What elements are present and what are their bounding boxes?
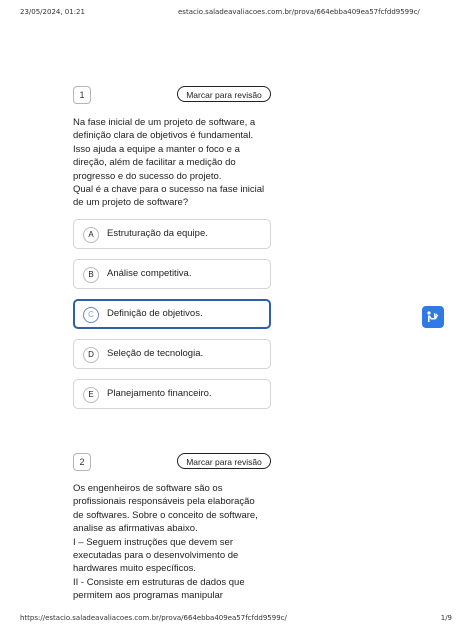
option-letter: C: [83, 307, 99, 323]
accessibility-button[interactable]: [422, 306, 444, 328]
option-letter: A: [83, 227, 99, 243]
option-letter: D: [83, 347, 99, 363]
option-d[interactable]: D Seleção de tecnologia.: [73, 339, 271, 369]
print-header-url: estacio.saladeavaliacoes.com.br/prova/66…: [178, 8, 420, 16]
page-number: 1/9: [440, 614, 452, 622]
option-a[interactable]: A Estruturação da equipe.: [73, 219, 271, 249]
option-letter: B: [83, 267, 99, 283]
option-text: Estruturação da equipe.: [107, 228, 208, 239]
option-c-selected[interactable]: C Definição de objetivos.: [73, 299, 271, 329]
mark-for-review-button[interactable]: Marcar para revisão: [177, 453, 271, 469]
option-text: Planejamento financeiro.: [107, 388, 212, 399]
question-number: 1: [73, 86, 91, 104]
question-header: 1 Marcar para revisão: [73, 86, 271, 104]
option-letter: E: [83, 387, 99, 403]
option-b[interactable]: B Análise competitiva.: [73, 259, 271, 289]
accessibility-hand-icon: [427, 311, 439, 322]
print-footer-url: https://estacio.saladeavaliacoes.com.br/…: [20, 614, 287, 622]
option-text: Seleção de tecnologia.: [107, 348, 204, 359]
question-2: 2 Marcar para revisão Os engenheiros de …: [73, 453, 271, 603]
question-text: Os engenheiros de software são os profis…: [73, 483, 258, 602]
option-e[interactable]: E Planejamento financeiro.: [73, 379, 271, 409]
mark-for-review-button[interactable]: Marcar para revisão: [177, 86, 271, 102]
option-text: Análise competitiva.: [107, 268, 192, 279]
print-datetime: 23/05/2024, 01:21: [20, 8, 85, 16]
answer-options: A Estruturação da equipe. B Análise comp…: [73, 219, 271, 419]
question-header: 2 Marcar para revisão: [73, 453, 271, 471]
option-text: Definição de objetivos.: [107, 308, 203, 319]
print-footer: https://estacio.saladeavaliacoes.com.br/…: [0, 614, 474, 624]
print-header: 23/05/2024, 01:21 estacio.saladeavaliaco…: [0, 8, 474, 18]
question-text: Na fase inicial de um projeto de softwar…: [73, 117, 265, 209]
question-number: 2: [73, 453, 91, 471]
question-1: 1 Marcar para revisão Na fase inicial de…: [73, 86, 271, 210]
